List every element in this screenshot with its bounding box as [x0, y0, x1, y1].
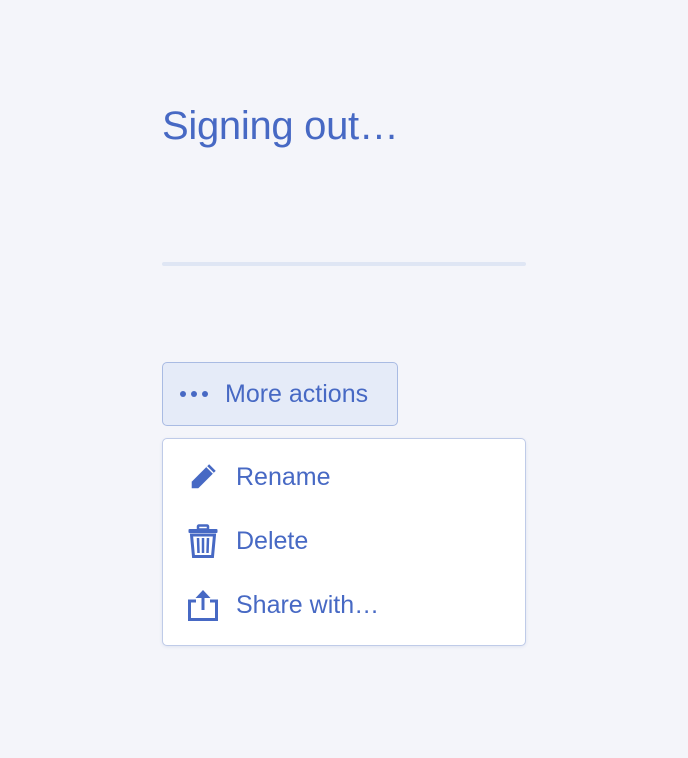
share-icon: [187, 588, 219, 622]
more-actions-button[interactable]: More actions: [162, 362, 398, 426]
more-icon: [179, 390, 211, 398]
menu-item-label: Rename: [236, 462, 331, 491]
menu-item-delete[interactable]: Delete: [163, 509, 525, 573]
menu-item-share[interactable]: Share with…: [163, 573, 525, 637]
menu-item-label: Delete: [236, 526, 309, 555]
progress-bar: [162, 262, 526, 266]
page-title: Signing out…: [162, 104, 399, 148]
pencil-icon: [187, 460, 219, 494]
menu-item-label: Share with…: [236, 590, 380, 619]
menu-item-rename[interactable]: Rename: [163, 445, 525, 509]
actions-menu: Rename Delete Share with…: [162, 438, 526, 646]
more-actions-label: More actions: [225, 379, 369, 408]
trash-icon: [187, 524, 219, 558]
